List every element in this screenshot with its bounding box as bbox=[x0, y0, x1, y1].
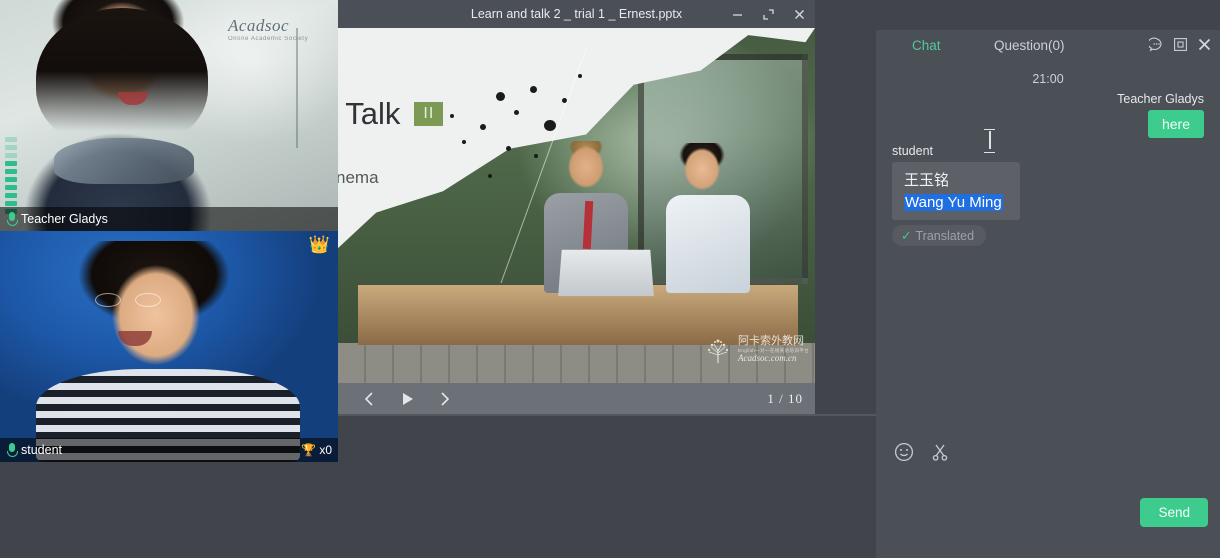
ink-dot bbox=[450, 114, 454, 118]
ink-dot bbox=[506, 146, 511, 151]
slide-subtitle: nema bbox=[338, 168, 379, 188]
audio-level-bar bbox=[5, 145, 17, 150]
photo-person-woman bbox=[658, 143, 758, 291]
audio-level-bar bbox=[5, 153, 17, 158]
chat-message-teacher: Teacher Gladys here bbox=[876, 92, 1220, 138]
tab-chat[interactable]: Chat bbox=[912, 38, 941, 53]
acadsoc-watermark: 阿卡索外教网 English一对一在线英语培训平台 Acadsoc.com.cn bbox=[703, 335, 809, 365]
microphone-icon bbox=[6, 212, 17, 227]
window-controls bbox=[722, 0, 815, 28]
watermark-chinese-text: 阿卡索外教网 bbox=[738, 336, 809, 348]
message-bubble-student[interactable]: 王玉铭 Wang Yu Ming bbox=[892, 162, 1020, 220]
ink-dot bbox=[462, 140, 466, 144]
chat-message-list[interactable]: 21:00 Teacher Gladys here student 王玉铭 Wa… bbox=[876, 72, 1220, 472]
audio-level-bar bbox=[5, 185, 17, 190]
microphone-icon bbox=[6, 443, 17, 458]
message-bubble-teacher[interactable]: here bbox=[1148, 110, 1204, 138]
trophy-icon: 🏆 bbox=[301, 444, 316, 456]
presentation-controls: 1 / 10 bbox=[338, 383, 815, 414]
minimize-icon[interactable] bbox=[722, 0, 753, 28]
chat-header-icons bbox=[1149, 37, 1212, 52]
chat-panel: Chat Question(0) bbox=[876, 30, 1220, 558]
teacher-name-label: Teacher Gladys bbox=[21, 212, 108, 226]
audio-level-bar bbox=[5, 169, 17, 174]
teacher-smile bbox=[118, 92, 148, 105]
chat-input-area[interactable]: Send bbox=[876, 474, 1220, 536]
chat-message-student: student 王玉铭 Wang Yu Ming ✓ Translated bbox=[876, 144, 1220, 246]
ink-dot bbox=[496, 92, 505, 101]
play-icon[interactable] bbox=[388, 383, 426, 414]
presentation-titlebar[interactable]: Learn and talk 2 _ trial 1 _ Ernest.pptx bbox=[338, 0, 815, 28]
audio-level-bar bbox=[5, 137, 17, 142]
student-trophy-group: 🏆 x0 bbox=[301, 443, 332, 457]
message-text-english-selected[interactable]: Wang Yu Ming bbox=[904, 194, 1003, 211]
ink-dot bbox=[534, 154, 538, 158]
close-icon[interactable] bbox=[1197, 37, 1212, 52]
chat-timestamp: 21:00 bbox=[876, 72, 1220, 86]
slide-title: d Talk II bbox=[338, 96, 443, 132]
translated-label: Translated bbox=[915, 229, 974, 243]
chat-header: Chat Question(0) bbox=[876, 30, 1220, 66]
message-sender-label: Teacher Gladys bbox=[892, 92, 1204, 106]
emoji-icon[interactable] bbox=[894, 442, 914, 462]
acadsoc-brand-subtext: Online Academic Society bbox=[228, 36, 308, 42]
student-name-bar: student 🏆 x0 bbox=[0, 438, 338, 462]
audio-level-bar bbox=[5, 177, 17, 182]
slide-canvas[interactable]: d Talk II nema 阿卡索外教网 English一对一在线英语培训平台 … bbox=[338, 28, 815, 383]
chat-toolbar bbox=[876, 430, 1220, 474]
audio-level-bar bbox=[5, 161, 17, 166]
restore-icon[interactable] bbox=[753, 0, 784, 28]
ink-dot bbox=[530, 86, 537, 93]
previous-slide-icon[interactable] bbox=[350, 383, 388, 414]
message-text-chinese: 王玉铭 bbox=[904, 169, 1010, 190]
teacher-name-bar: Teacher Gladys bbox=[0, 207, 338, 231]
presentation-title: Learn and talk 2 _ trial 1 _ Ernest.pptx bbox=[471, 7, 682, 21]
acadsoc-brand-text: Acadsoc bbox=[228, 16, 289, 36]
student-video-tile[interactable]: 👑 student 🏆 x0 bbox=[0, 231, 338, 462]
message-sender-label: student bbox=[892, 144, 1204, 158]
translated-badge: ✓ Translated bbox=[892, 225, 986, 246]
tab-question[interactable]: Question(0) bbox=[994, 38, 1065, 53]
watermark-url: Acadsoc.com.cn bbox=[738, 354, 809, 364]
teacher-person-figure bbox=[10, 0, 235, 231]
ink-dot bbox=[480, 124, 486, 130]
send-button[interactable]: Send bbox=[1140, 498, 1208, 527]
crown-icon: 👑 bbox=[309, 236, 330, 253]
video-column: Acadsoc Online Academic Society Teacher … bbox=[0, 0, 338, 462]
photo-necktie bbox=[583, 201, 594, 249]
ink-dot bbox=[514, 110, 519, 115]
tree-logo-icon bbox=[703, 335, 733, 365]
next-slide-icon[interactable] bbox=[426, 383, 464, 414]
close-icon[interactable] bbox=[784, 0, 815, 28]
slide-title-text: d Talk bbox=[338, 96, 400, 131]
ink-dot bbox=[578, 74, 582, 78]
text-cursor-icon bbox=[984, 129, 995, 151]
window-edge-divider bbox=[338, 414, 876, 416]
scissors-icon[interactable] bbox=[930, 442, 950, 462]
student-person-figure bbox=[28, 241, 308, 462]
chat-bubble-icon[interactable] bbox=[1149, 37, 1164, 52]
audio-level-bar bbox=[5, 201, 17, 206]
window-restore-icon[interactable] bbox=[1173, 37, 1188, 52]
page-indicator: 1 / 10 bbox=[767, 391, 803, 407]
presentation-window: Learn and talk 2 _ trial 1 _ Ernest.pptx bbox=[338, 0, 815, 414]
student-glasses bbox=[95, 293, 161, 307]
ink-dot bbox=[488, 174, 492, 178]
audio-level-meter bbox=[5, 118, 17, 214]
audio-level-bar bbox=[5, 193, 17, 198]
trophy-count-label: x0 bbox=[319, 443, 332, 457]
slide-title-badge: II bbox=[414, 102, 443, 126]
photo-laptop bbox=[558, 250, 654, 296]
ink-dot bbox=[544, 120, 556, 131]
check-icon: ✓ bbox=[901, 229, 911, 243]
teacher-video-tile[interactable]: Acadsoc Online Academic Society Teacher … bbox=[0, 0, 338, 231]
student-name-label: student bbox=[21, 443, 62, 457]
